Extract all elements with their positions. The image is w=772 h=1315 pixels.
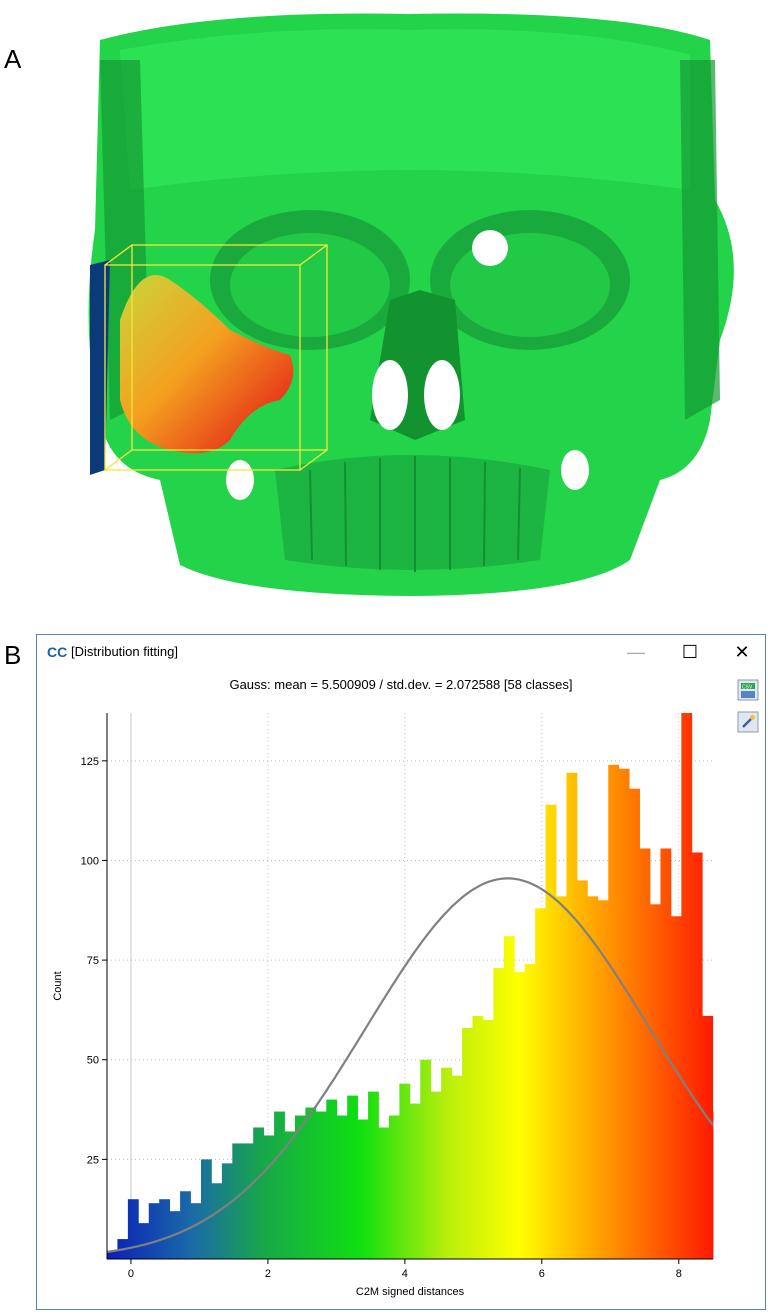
histogram-bar [608,764,620,1259]
panel-label-a: A [4,44,22,74]
histogram-bar [242,1143,254,1259]
histogram-bar [650,904,661,1259]
histogram-bar [148,1203,160,1259]
x-tick-label: 4 [402,1268,408,1280]
histogram-bar [253,1127,265,1259]
histogram-bar [232,1143,244,1259]
histogram-bar [263,1135,275,1259]
histogram-bar [305,1107,317,1259]
histogram-bar [524,964,536,1259]
histogram-bar [681,713,693,1259]
histogram-bar [702,1015,714,1259]
histogram-bar [357,1119,369,1259]
histogram-bar [670,916,682,1259]
histogram-bar [629,788,640,1259]
histogram-bar [159,1199,171,1259]
histogram-bar [409,1103,421,1259]
histogram-bar [545,804,557,1259]
x-tick-label: 8 [676,1268,682,1280]
histogram-bar [211,1183,223,1259]
histogram-bar [326,1099,338,1259]
histogram-bar [441,1067,452,1259]
skull-3d-render [88,13,734,596]
y-tick-label: 25 [87,1154,99,1166]
x-tick-label: 0 [128,1268,134,1280]
histogram-bar [200,1159,212,1259]
histogram-bar [462,1027,473,1259]
histogram-bar [420,1059,432,1259]
histogram-bar [451,1075,463,1259]
histogram-bar [388,1115,400,1259]
histogram-bar [576,880,588,1259]
histogram-bar [514,972,526,1259]
histogram-bar [190,1203,202,1259]
histogram-bar [503,936,515,1259]
histogram-bar [336,1115,348,1259]
distribution-fitting-window: CC [Distribution fitting] — ☐ ✕ Gauss: m… [36,634,766,1310]
x-tick-label: 6 [539,1268,545,1280]
panel-label-b: B [4,640,22,670]
histogram-bar [180,1191,191,1259]
histogram-bar [315,1111,327,1259]
x-tick-label: 2 [265,1268,271,1280]
histogram-bar [274,1111,285,1259]
histogram-bar [284,1131,296,1259]
histogram-bar [378,1127,390,1259]
histogram-bar [535,908,546,1259]
histogram-bar [639,848,651,1259]
histogram-bar [472,1015,484,1259]
histogram-bar [430,1091,442,1259]
histogram-bar [127,1199,139,1259]
y-tick-label: 125 [81,756,99,768]
histogram-bar [368,1091,379,1259]
x-axis-label: C2M signed distances [356,1286,465,1298]
histogram-bar [566,772,578,1259]
histogram-bar [399,1083,411,1259]
histogram-bar [138,1223,150,1259]
histogram-bar [587,896,599,1259]
histogram-bar [482,1019,494,1259]
y-tick-label: 75 [87,955,99,967]
histogram-bar [493,968,505,1259]
histogram-chart: 0 2 4 6 8 25 50 75 100 125 C2M signed distances Cou… [52,713,714,1298]
histogram-bar [712,1111,714,1259]
histogram-bar [618,768,630,1259]
histogram-bar [556,896,567,1259]
histogram-bar [691,852,703,1259]
histogram-bar [221,1163,233,1259]
y-tick-label: 50 [87,1055,99,1067]
histogram-bar [347,1095,359,1259]
y-axis-label: Count [52,971,64,1000]
histogram-bar [294,1115,306,1259]
y-tick-label: 100 [81,855,99,867]
